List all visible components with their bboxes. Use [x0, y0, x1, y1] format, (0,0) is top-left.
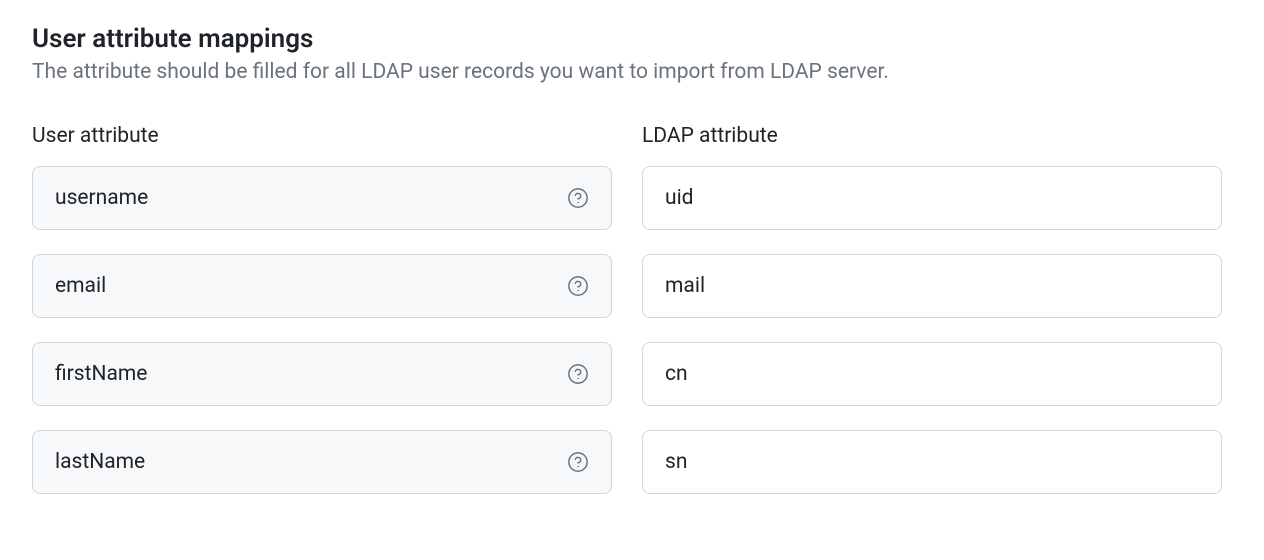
user-attribute-value: firstName — [55, 362, 559, 386]
user-attribute-field: lastName — [32, 430, 612, 494]
ldap-attribute-input[interactable] — [665, 450, 1199, 474]
help-icon[interactable] — [567, 451, 589, 473]
help-icon[interactable] — [567, 363, 589, 385]
section-title: User attribute mappings — [32, 24, 1232, 54]
user-attribute-value: lastName — [55, 450, 559, 474]
mapping-grid: User attribute LDAP attribute username e… — [32, 124, 1232, 494]
ldap-attribute-input[interactable] — [665, 274, 1199, 298]
ldap-attribute-header: LDAP attribute — [642, 124, 1222, 148]
help-icon[interactable] — [567, 187, 589, 209]
ldap-attribute-input[interactable] — [665, 362, 1199, 386]
user-attribute-field: firstName — [32, 342, 612, 406]
ldap-attribute-field[interactable] — [642, 254, 1222, 318]
user-attribute-value: email — [55, 274, 559, 298]
user-attribute-header: User attribute — [32, 124, 612, 148]
ldap-attribute-input[interactable] — [665, 186, 1199, 210]
ldap-attribute-field[interactable] — [642, 342, 1222, 406]
ldap-attribute-field[interactable] — [642, 166, 1222, 230]
user-attribute-value: username — [55, 186, 559, 210]
section-description: The attribute should be filled for all L… — [32, 60, 1232, 84]
ldap-attribute-field[interactable] — [642, 430, 1222, 494]
user-attribute-field: username — [32, 166, 612, 230]
help-icon[interactable] — [567, 275, 589, 297]
user-attribute-field: email — [32, 254, 612, 318]
